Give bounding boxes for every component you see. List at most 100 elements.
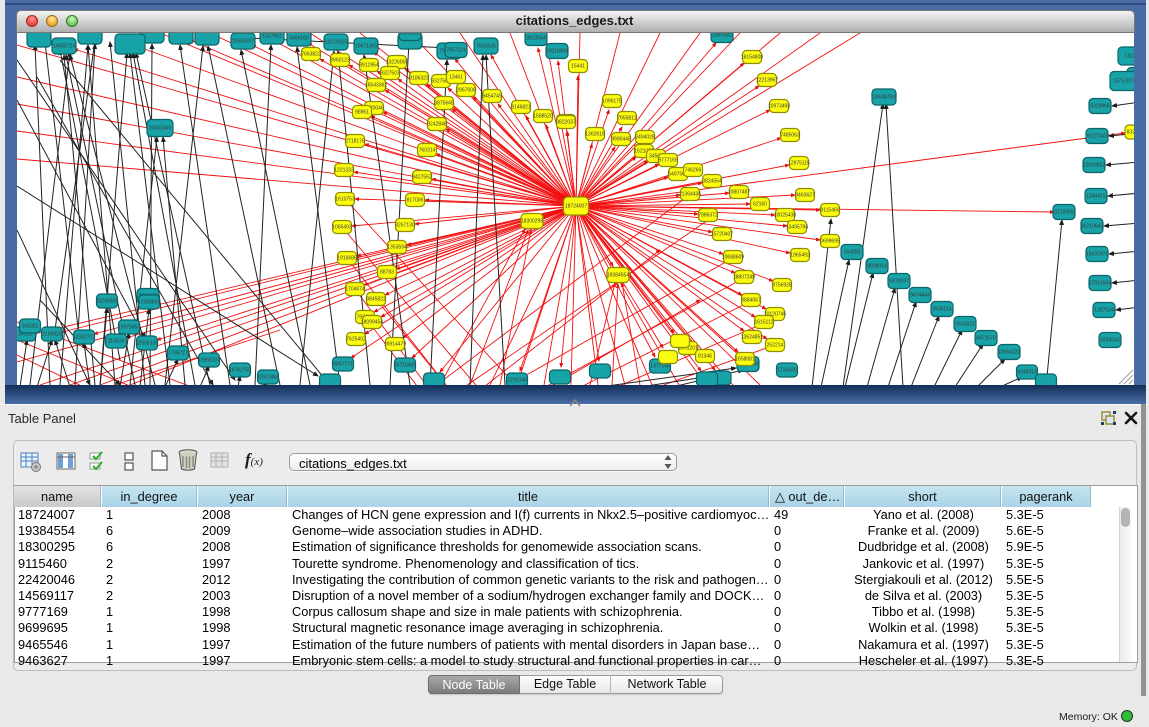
svg-text:9845822: 9845822	[366, 297, 386, 303]
svg-text:15720407: 15720407	[711, 232, 733, 238]
svg-text:1965492: 1965492	[790, 253, 810, 259]
svg-text:1377146: 1377146	[650, 364, 670, 370]
svg-text:13524851: 13524851	[741, 335, 763, 341]
svg-text:12505135: 12505135	[136, 341, 158, 347]
svg-text:9777169: 9777169	[658, 158, 678, 164]
svg-text:13495794: 13495794	[786, 225, 808, 231]
svg-text:9857771: 9857771	[333, 362, 353, 368]
svg-text:15441: 15441	[571, 64, 585, 70]
svg-text:20053346: 20053346	[149, 126, 171, 132]
svg-text:16210643: 16210643	[1081, 224, 1103, 230]
svg-text:7632621: 7632621	[955, 322, 975, 328]
svg-text:10671355: 10671355	[355, 44, 377, 50]
svg-text:1795727: 1795727	[168, 351, 188, 357]
svg-text:3824554: 3824554	[702, 179, 722, 185]
svg-text:18300295: 18300295	[521, 219, 543, 225]
svg-text:7663822: 7663822	[301, 52, 321, 58]
svg-text:16543362: 16543362	[365, 83, 387, 89]
svg-text:165001: 165001	[22, 324, 39, 330]
svg-text:1658081: 1658081	[735, 357, 755, 363]
svg-text:8186323: 8186323	[409, 76, 429, 82]
svg-text:15751074: 15751074	[1113, 79, 1134, 85]
svg-text:1292346: 1292346	[507, 378, 527, 384]
svg-text:12342717: 12342717	[73, 335, 95, 341]
svg-text:7485063: 7485063	[780, 133, 800, 139]
svg-text:10653267: 10653267	[232, 39, 254, 45]
svg-text:8427552: 8427552	[412, 175, 432, 181]
svg-text:9329966: 9329966	[1090, 104, 1110, 110]
svg-text:3267130: 3267130	[395, 223, 415, 229]
svg-text:1588520: 1588520	[533, 114, 553, 120]
svg-text:1065493: 1065493	[332, 225, 352, 231]
svg-text:164093: 164093	[844, 250, 861, 256]
svg-text:12213967: 12213967	[756, 78, 778, 84]
svg-text:10958107: 10958107	[198, 358, 220, 364]
svg-text:8990448: 8990448	[611, 137, 631, 143]
svg-text:1916685: 1916685	[337, 256, 357, 262]
svg-text:1221333: 1221333	[334, 168, 354, 174]
svg-text:9756928: 9756928	[772, 283, 792, 289]
svg-text:10648784: 10648784	[873, 95, 895, 101]
svg-text:1527602: 1527602	[262, 34, 282, 40]
svg-text:15692971: 15692971	[1086, 252, 1108, 258]
svg-text:7857224: 7857224	[446, 48, 466, 54]
svg-text:1096175: 1096175	[602, 99, 622, 105]
svg-text:1704674: 1704674	[345, 287, 365, 293]
svg-text:62160: 62160	[753, 202, 767, 208]
svg-text:14055724: 14055724	[53, 44, 75, 50]
svg-text:10973493: 10973493	[768, 104, 790, 110]
svg-text:98961: 98961	[355, 110, 369, 116]
svg-text:9242848: 9242848	[427, 122, 447, 128]
svg-text:760314: 760314	[419, 148, 436, 154]
svg-text:7815526: 7815526	[476, 44, 496, 50]
svg-text:6879197: 6879197	[889, 279, 909, 285]
svg-text:12093852: 12093852	[1083, 163, 1105, 169]
svg-text:16033809: 16033809	[399, 33, 421, 37]
svg-text:746266: 746266	[685, 168, 702, 174]
svg-text:10654122: 10654122	[998, 350, 1020, 356]
svg-text:832201: 832201	[1127, 130, 1134, 136]
svg-text:7955812: 7955812	[617, 116, 637, 122]
svg-text:8471676: 8471676	[976, 336, 996, 342]
svg-text:17359924: 17359924	[138, 300, 160, 306]
svg-text:16782759: 16782759	[229, 368, 251, 374]
svg-text:19218906: 19218906	[546, 49, 568, 55]
svg-text:9463627: 9463627	[795, 193, 815, 199]
svg-text:0699695: 0699695	[820, 239, 840, 245]
svg-text:3822037: 3822037	[556, 120, 576, 126]
svg-text:9115460: 9115460	[820, 208, 839, 214]
svg-text:1733426: 1733426	[777, 368, 797, 374]
svg-text:8960123: 8960123	[330, 58, 350, 64]
svg-text:6494028: 6494028	[635, 135, 655, 141]
svg-text:13226058: 13226058	[386, 60, 408, 66]
svg-text:3215958: 3215958	[1054, 210, 1074, 216]
svg-text:9245012: 9245012	[1017, 370, 1037, 376]
svg-text:1615112: 1615112	[754, 320, 773, 326]
svg-text:252214: 252214	[767, 343, 784, 349]
svg-text:817006: 817006	[407, 198, 424, 204]
svg-text:1610753: 1610753	[335, 197, 355, 203]
svg-text:18724007: 18724007	[565, 204, 587, 210]
svg-text:2156829: 2156829	[42, 332, 62, 338]
svg-text:19384554: 19384554	[607, 273, 629, 279]
svg-text:16914479: 16914479	[384, 342, 406, 348]
svg-text:91346: 91346	[698, 354, 712, 360]
svg-text:11124: 11124	[1124, 54, 1134, 60]
svg-text:8912954: 8912954	[359, 63, 379, 69]
svg-text:9327503: 9327503	[380, 71, 400, 77]
svg-text:10688609: 10688609	[722, 255, 744, 261]
svg-text:17016504: 17016504	[1089, 281, 1111, 287]
svg-text:2387682: 2387682	[712, 33, 732, 39]
svg-text:10025438: 10025438	[774, 213, 796, 219]
svg-text:20206556: 20206556	[96, 299, 118, 305]
svg-text:6466160: 6466160	[289, 36, 309, 42]
svg-text:2935114: 2935114	[932, 307, 951, 313]
svg-text:12923468: 12923468	[257, 375, 279, 381]
svg-text:7986372: 7986372	[698, 213, 718, 219]
svg-text:18807249: 18807249	[733, 275, 755, 281]
svg-text:8454749: 8454749	[482, 94, 502, 100]
svg-text:7625402: 7625402	[346, 337, 366, 343]
svg-text:10719155: 10719155	[325, 40, 347, 46]
svg-text:21364436: 21364436	[679, 192, 701, 198]
svg-text:9474444: 9474444	[910, 293, 930, 299]
